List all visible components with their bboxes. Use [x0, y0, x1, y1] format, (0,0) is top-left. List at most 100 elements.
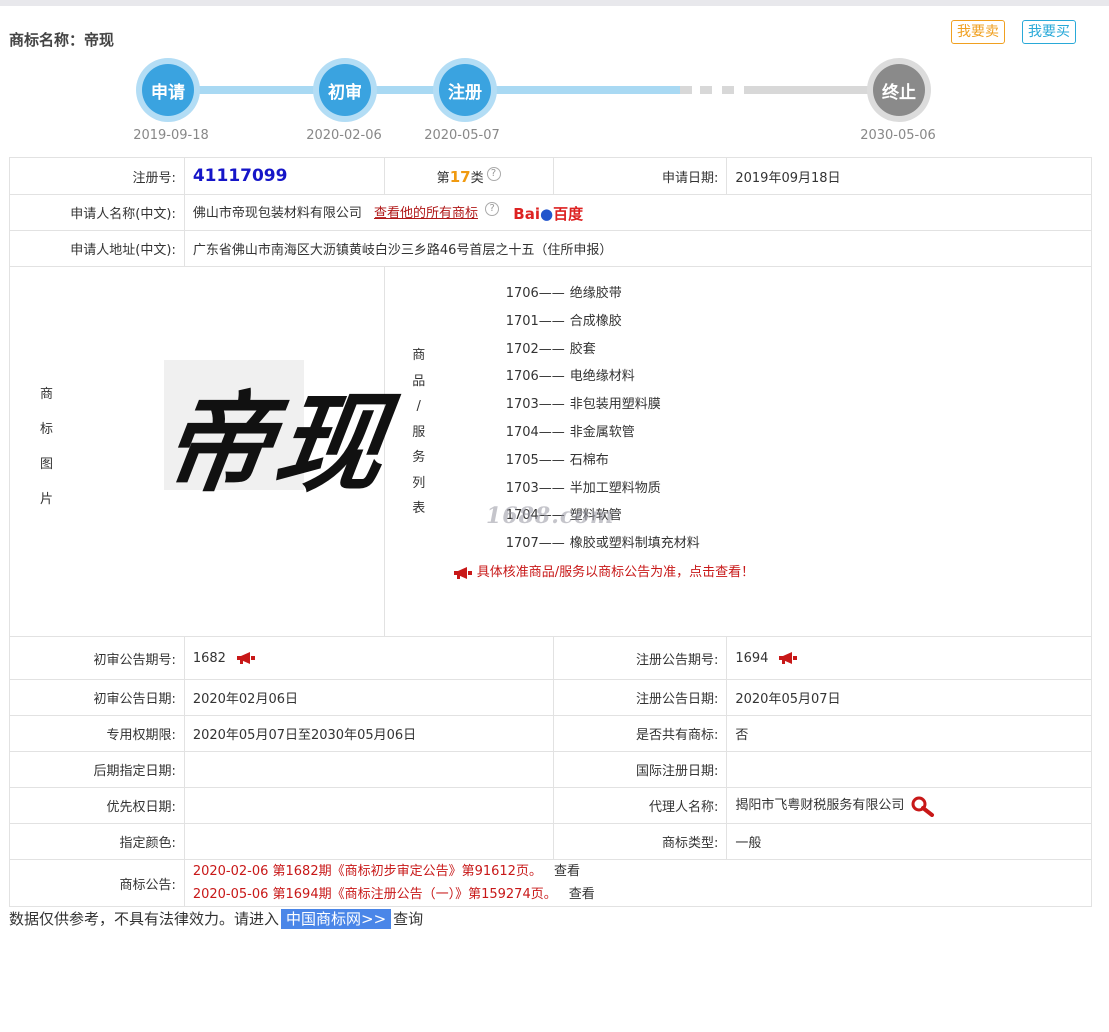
timeline-date: 2019-09-18: [133, 128, 209, 143]
address-label: 申请人地址(中文):: [9, 230, 185, 267]
goods-name: 非包装用塑料膜: [569, 397, 661, 413]
applicant-label: 申请人名称(中文):: [9, 194, 185, 231]
goods-name: 电绝缘材料: [569, 369, 635, 385]
goods-code: 1703——: [505, 397, 565, 413]
reg-pub-no-cell: 1694: [726, 636, 1092, 680]
color-value: [183, 823, 554, 860]
prelim-no-cell: 1682: [183, 636, 554, 680]
baidu-logo-text: 百度: [553, 204, 584, 223]
trademark-info-table: 注册号: 41117099 第17类? 申请日期: 2019年09月18日 申请…: [9, 157, 1093, 907]
goods-code: 1705——: [505, 452, 565, 468]
goods-item: 1701—— 合成橡胶: [506, 308, 700, 336]
label-char: 标: [40, 422, 54, 437]
search-icon[interactable]: [910, 795, 936, 817]
all-marks-link[interactable]: 查看他的所有商标: [374, 206, 478, 221]
goods-notice-link[interactable]: 具体核准商品/服务以商标公告为准，点击查看！: [453, 561, 754, 580]
priority-value: [183, 787, 554, 824]
reg-no-value: 41117099: [192, 166, 288, 186]
priority-label: 优先权日期:: [9, 787, 185, 824]
reg-pub-date-label: 注册公告日期:: [552, 679, 728, 716]
sell-button[interactable]: 我要卖: [951, 20, 1005, 44]
baidu-search-button[interactable]: Bai●百度: [513, 203, 583, 224]
goods-item: 1703—— 非包装用塑料膜: [506, 391, 700, 419]
table-row: 申请人地址(中文): 广东省佛山市南海区大沥镇黄岐白沙三乡路46号首层之十五（住…: [9, 230, 1093, 267]
goods-item: 1705—— 石棉布: [506, 447, 700, 475]
top-bar: [0, 0, 1109, 6]
gazette-entry: 2020-05-06 第1694期《商标注册公告（一）》第159274页。 查看: [193, 883, 1083, 906]
timeline-dash: [680, 86, 692, 94]
mark-image-cell: 商 标 图 片 帝现: [9, 266, 397, 637]
help-icon[interactable]: ?: [486, 166, 501, 181]
timeline-dash: [700, 86, 712, 94]
goods-cell: 商 品 / 服 务 列 表 1706—— 绝缘胶带 1701—— 合成橡胶 1702…: [383, 266, 1093, 637]
label-char: 表: [412, 501, 426, 516]
footer-suffix: 查询: [393, 910, 424, 928]
table-row: 初审公告期号: 1682 注册公告期号: 1694: [9, 636, 1092, 680]
goods-code: 1706——: [505, 369, 565, 385]
color-label: 指定颜色:: [9, 823, 185, 860]
class-prefix: 第: [436, 170, 450, 186]
timeline-date: 2020-02-06: [306, 128, 382, 143]
type-label: 商标类型:: [552, 823, 728, 860]
timeline-node-label: 初审: [319, 64, 371, 116]
timeline-node-label: 终止: [873, 64, 925, 116]
gazette-view-link[interactable]: 查看: [554, 864, 580, 879]
type-value: 一般: [726, 823, 1092, 860]
intl-date-label: 国际注册日期:: [552, 751, 728, 788]
goods-code: 1707——: [505, 536, 565, 552]
label-char: 商: [412, 348, 426, 363]
megaphone-icon: [453, 566, 472, 579]
trademark-site-link[interactable]: 中国商标网>>: [281, 909, 392, 929]
goods-item: 1702—— 胶套: [506, 336, 700, 364]
gazette-view-link[interactable]: 查看: [569, 887, 595, 902]
exclusive-label: 专用权期限:: [9, 715, 185, 752]
goods-item: 1704—— 非金属软管: [506, 419, 700, 447]
table-row: 申请人名称(中文): 佛山市帝现包装材料有限公司 查看他的所有商标 ? Bai●…: [9, 194, 1093, 231]
goods-name: 合成橡胶: [569, 313, 622, 329]
reg-pub-no-value: 1694: [735, 650, 769, 666]
help-icon[interactable]: ?: [485, 201, 500, 216]
label-char: 商: [40, 387, 54, 402]
address-value: 广东省佛山市南海区大沥镇黄岐白沙三乡路46号首层之十五（住所申报）: [183, 230, 1093, 267]
timeline-date: 2030-05-06: [860, 128, 936, 143]
applicant-value: 佛山市帝现包装材料有限公司: [192, 205, 362, 221]
table-row: 初审公告日期: 2020年02月06日 注册公告日期: 2020年05月07日: [9, 679, 1092, 716]
timeline-node-label: 注册: [439, 64, 491, 116]
megaphone-icon[interactable]: [778, 651, 798, 665]
goods-name: 石棉布: [569, 452, 609, 468]
mark-image-label: 商 标 图 片: [40, 377, 54, 517]
reg-no-cell: 41117099: [183, 157, 385, 195]
label-char: 服: [412, 424, 426, 440]
goods-name: 非金属软管: [569, 424, 635, 440]
footer-prefix: 数据仅供参考，不具有法律效力。请进入: [9, 910, 280, 928]
timeline-node-label: 申请: [142, 64, 194, 116]
goods-code: 1706——: [505, 286, 565, 301]
reg-pub-date-value: 2020年05月07日: [726, 679, 1092, 716]
footer-note: 数据仅供参考，不具有法律效力。请进入 中国商标网>> 查询: [9, 908, 423, 929]
goods-code: 1703——: [505, 480, 565, 496]
applicant-cell: 佛山市帝现包装材料有限公司 查看他的所有商标 ? Bai●百度: [183, 194, 1093, 231]
table-row: 注册号: 41117099 第17类? 申请日期: 2019年09月18日: [9, 157, 1092, 195]
timeline-date: 2020-05-07: [424, 128, 500, 143]
shared-label: 是否共有商标:: [552, 715, 728, 752]
table-row: 后期指定日期: 国际注册日期:: [9, 751, 1092, 788]
goods-code: 1704——: [505, 424, 565, 440]
timeline-dash: [722, 86, 734, 94]
buy-button[interactable]: 我要买: [1022, 20, 1076, 44]
agent-cell: 揭阳市飞粤财税服务有限公司: [726, 787, 1092, 824]
reg-pub-no-label: 注册公告期号:: [552, 636, 728, 680]
goods-name: 半加工塑料物质: [569, 480, 661, 496]
later-date-label: 后期指定日期:: [9, 751, 185, 788]
gazette-text: 2020-05-06 第1694期《商标注册公告（一）》第159274页。: [192, 887, 557, 902]
label-char: /: [416, 399, 421, 414]
timeline-node-register: 注册: [433, 58, 497, 122]
timeline-progress-line: [170, 86, 680, 94]
class-cell: 第17类?: [383, 157, 554, 195]
label-char: 品: [412, 373, 426, 389]
exclusive-value: 2020年05月07日至2030年05月06日: [183, 715, 554, 752]
megaphone-icon[interactable]: [236, 651, 256, 665]
gazette-label: 商标公告:: [9, 859, 185, 907]
goods-notice-text: 具体核准商品/服务以商标公告为准，点击查看！: [476, 565, 755, 580]
class-suffix: 类: [470, 170, 484, 186]
prelim-date-label: 初审公告日期:: [9, 679, 185, 716]
